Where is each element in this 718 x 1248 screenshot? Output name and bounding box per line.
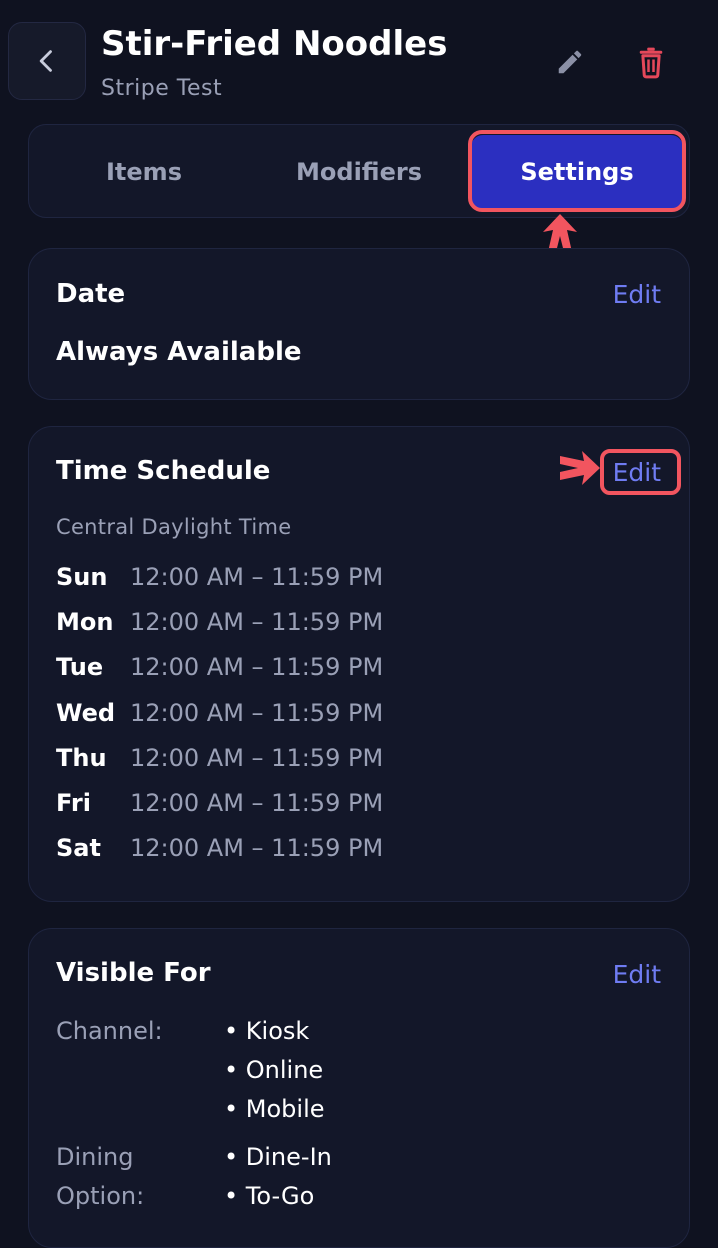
schedule-day: Fri [56, 789, 91, 817]
tab-items[interactable]: Items [39, 135, 249, 209]
visible-for-edit-link[interactable]: Edit [613, 960, 661, 989]
schedule-hours: 12:00 AM – 11:59 PM [130, 699, 384, 727]
dining-option-item: • Dine-In [224, 1143, 332, 1171]
dining-option-label: Option: [56, 1182, 145, 1210]
schedule-day: Tue [56, 653, 104, 681]
back-button[interactable] [8, 22, 86, 100]
channel-item: • Online [224, 1056, 324, 1084]
visible-for-title: Visible For [56, 958, 211, 988]
date-edit-link[interactable]: Edit [613, 280, 661, 309]
date-card-title: Date [56, 279, 126, 309]
date-value: Always Available [56, 337, 302, 367]
schedule-day: Sun [56, 563, 108, 591]
schedule-hours: 12:00 AM – 11:59 PM [130, 789, 384, 817]
schedule-row: Fri 12:00 AM – 11:59 PM [56, 789, 656, 825]
tab-bar: Items Modifiers Settings [28, 124, 690, 218]
timezone-label: Central Daylight Time [56, 515, 292, 539]
schedule-hours: 12:00 AM – 11:59 PM [130, 563, 384, 591]
schedule-hours: 12:00 AM – 11:59 PM [130, 744, 384, 772]
chevron-left-icon [39, 50, 52, 72]
schedule-day: Wed [56, 699, 116, 727]
schedule-day: Sat [56, 834, 101, 862]
date-card: Date Edit Always Available [28, 248, 690, 400]
schedule-row: Wed 12:00 AM – 11:59 PM [56, 699, 656, 735]
schedule-row: Mon 12:00 AM – 11:59 PM [56, 608, 656, 644]
schedule-hours: 12:00 AM – 11:59 PM [130, 834, 384, 862]
page-title: Stir-Fried Noodles [101, 24, 448, 64]
time-schedule-title: Time Schedule [56, 456, 271, 486]
channel-item: • Kiosk [224, 1017, 310, 1045]
header: Stir-Fried Noodles Stripe Test [0, 0, 718, 118]
tab-settings[interactable]: Settings [471, 135, 683, 209]
schedule-row: Tue 12:00 AM – 11:59 PM [56, 653, 656, 689]
schedule-day: Thu [56, 744, 107, 772]
channel-item: • Mobile [224, 1095, 325, 1123]
page-subtitle: Stripe Test [101, 76, 223, 101]
dining-option-label: Dining [56, 1143, 134, 1171]
channel-label: Channel: [56, 1017, 163, 1045]
schedule-row: Sat 12:00 AM – 11:59 PM [56, 834, 656, 870]
tab-modifiers[interactable]: Modifiers [254, 135, 464, 209]
time-schedule-card: Time Schedule Edit Central Daylight Time… [28, 426, 690, 902]
schedule-hours: 12:00 AM – 11:59 PM [130, 653, 384, 681]
visible-for-card: Visible For Edit Channel: • Kiosk • Onli… [28, 928, 690, 1248]
schedule-row: Thu 12:00 AM – 11:59 PM [56, 744, 656, 780]
time-schedule-edit-link[interactable]: Edit [613, 458, 661, 487]
dining-option-item: • To-Go [224, 1182, 315, 1210]
pencil-icon[interactable] [552, 44, 588, 80]
trash-icon[interactable] [633, 44, 669, 80]
schedule-row: Sun 12:00 AM – 11:59 PM [56, 563, 656, 599]
schedule-day: Mon [56, 608, 114, 636]
schedule-hours: 12:00 AM – 11:59 PM [130, 608, 384, 636]
